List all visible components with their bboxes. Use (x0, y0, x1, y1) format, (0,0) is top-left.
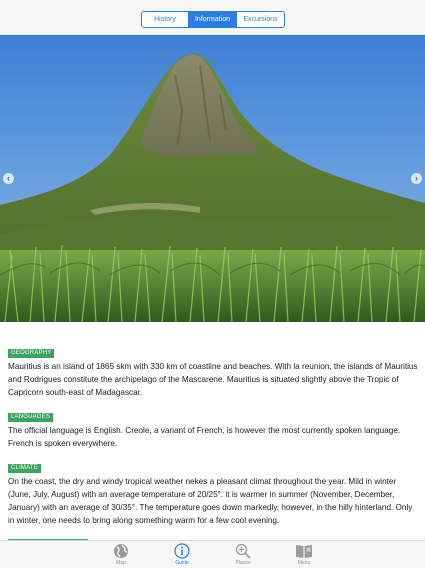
section-tag: CLIMATE (8, 464, 41, 473)
segment-history[interactable]: History (142, 12, 188, 27)
tab-menu[interactable]: Menu (274, 541, 335, 568)
tab-label: Map (116, 560, 126, 566)
tab-guide[interactable]: Guide (152, 541, 213, 568)
book-icon (296, 545, 312, 558)
chevron-left-icon: ‹ (7, 173, 10, 183)
magnifier-icon (235, 543, 251, 559)
geography-section: GEOGRAPHY Mauritius is an island of 1865… (8, 341, 418, 399)
top-navigation-bar: History Information Excursions (0, 0, 425, 35)
tab-label: Places (235, 560, 251, 566)
section-text: On the coast, the dry and windy tropical… (8, 477, 413, 525)
languages-section: LANGUAGES The official language is Engli… (8, 405, 418, 450)
mountain-landscape-image (0, 35, 425, 322)
info-icon (174, 543, 190, 559)
section-segmented-control: History Information Excursions (141, 11, 285, 28)
globe-icon (114, 544, 128, 558)
tab-places[interactable]: Places (213, 541, 274, 568)
section-text: Mauritius is an island of 1865 skm with … (8, 362, 418, 397)
chevron-right-icon: › (415, 173, 418, 183)
section-text: The official language is English. Creole… (8, 426, 401, 448)
carousel-next-button[interactable]: › (411, 173, 422, 184)
tab-map[interactable]: Map (91, 541, 152, 568)
climate-section: CLIMATE On the coast, the dry and windy … (8, 456, 418, 527)
information-content: GEOGRAPHY Mauritius is an island of 1865… (8, 341, 418, 533)
section-tag: GEOGRAPHY (8, 349, 55, 358)
mountain-photo-carousel[interactable]: ‹ › (0, 35, 425, 322)
section-tag: LANGUAGES (8, 413, 54, 422)
tab-label: Menu (297, 560, 311, 566)
segment-excursions[interactable]: Excursions (236, 12, 284, 27)
tab-label: Guide (175, 560, 189, 566)
bottom-tab-bar: Map Guide Places Menu (0, 540, 425, 568)
carousel-prev-button[interactable]: ‹ (3, 173, 14, 184)
segment-information[interactable]: Information (188, 12, 236, 27)
